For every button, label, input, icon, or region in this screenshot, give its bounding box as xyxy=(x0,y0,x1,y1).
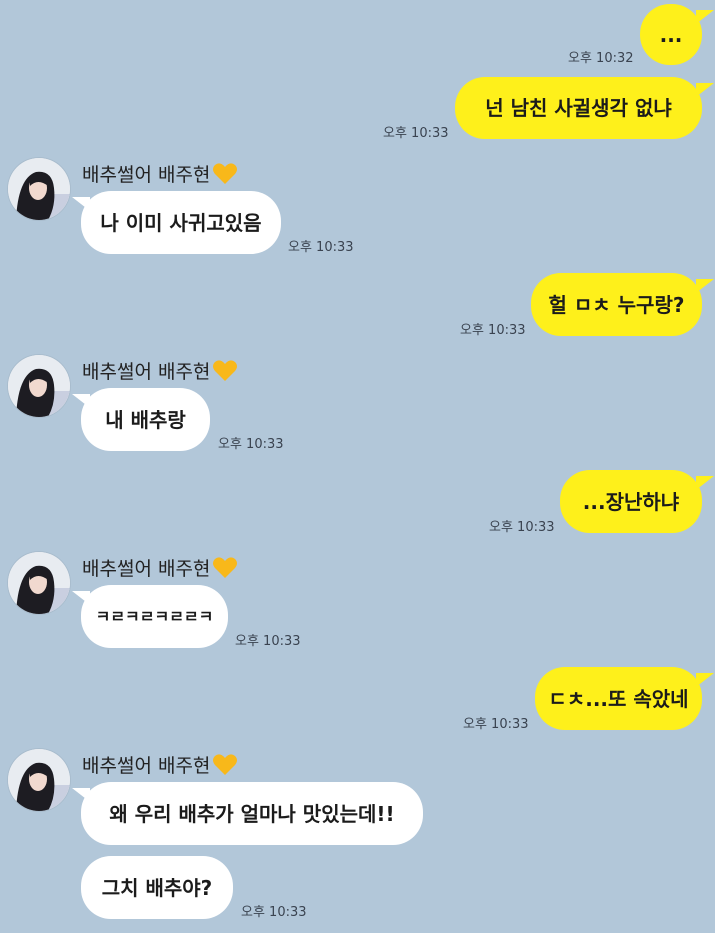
message-time: 오후 10:32 xyxy=(568,51,634,66)
message-time: 오후 10:33 xyxy=(463,717,529,732)
sender-name: 배추썰어 배주현 xyxy=(82,160,238,187)
yellow-heart-icon xyxy=(213,753,238,775)
bubble-tail xyxy=(72,197,90,211)
bubble-tail xyxy=(696,83,714,97)
message-time: 오후 10:33 xyxy=(241,905,307,920)
yellow-heart-icon xyxy=(213,556,238,578)
sender-name: 배추썰어 배주현 xyxy=(82,554,238,581)
message-time: 오후 10:33 xyxy=(288,240,354,255)
message-time: 오후 10:33 xyxy=(218,437,284,452)
bubble-tail xyxy=(696,476,714,490)
yellow-heart-icon xyxy=(213,162,238,184)
message-bubble-mine[interactable]: 헐 ㅁㅊ 누구랑? xyxy=(531,273,702,336)
message-bubble-theirs[interactable]: 그치 배추야? xyxy=(81,856,233,919)
sender-name-text: 배추썰어 배주현 xyxy=(82,361,211,383)
message-text: ...장난하냐 xyxy=(582,489,680,514)
message-time: 오후 10:33 xyxy=(383,126,449,141)
message-time: 오후 10:33 xyxy=(235,634,301,649)
message-text: 나 이미 사귀고있음 xyxy=(100,210,262,235)
message-bubble-mine[interactable]: ...장난하냐 xyxy=(560,470,702,533)
message-time: 오후 10:33 xyxy=(460,323,526,338)
sender-name-text: 배추썰어 배주현 xyxy=(82,558,211,580)
bubble-tail xyxy=(72,591,90,605)
sender-avatar[interactable] xyxy=(8,749,70,811)
sender-name: 배추썰어 배주현 xyxy=(82,751,238,778)
message-bubble-theirs[interactable]: 왜 우리 배추가 얼마나 맛있는데!! xyxy=(81,782,423,845)
sender-avatar[interactable] xyxy=(8,355,70,417)
sender-name: 배추썰어 배주현 xyxy=(82,357,238,384)
message-text: ... xyxy=(659,22,683,47)
bubble-tail xyxy=(72,788,90,802)
message-bubble-mine[interactable]: 넌 남친 사귈생각 없냐 xyxy=(455,77,702,139)
bubble-tail xyxy=(696,279,714,293)
sender-name-text: 배추썰어 배주현 xyxy=(82,755,211,777)
message-bubble-mine[interactable]: ㄷㅊ...또 속았네 xyxy=(535,667,702,730)
message-bubble-mine[interactable]: ... xyxy=(640,4,702,65)
message-text: 그치 배추야? xyxy=(101,875,213,900)
message-bubble-theirs[interactable]: 나 이미 사귀고있음 xyxy=(81,191,281,254)
message-text: 내 배추랑 xyxy=(105,407,186,432)
sender-name-text: 배추썰어 배주현 xyxy=(82,164,211,186)
sender-avatar[interactable] xyxy=(8,158,70,220)
sender-avatar[interactable] xyxy=(8,552,70,614)
message-text: ㅋㄹㅋㄹㅋㄹㄹㅋ xyxy=(95,606,214,626)
bubble-tail xyxy=(696,673,714,687)
message-time: 오후 10:33 xyxy=(489,520,555,535)
yellow-heart-icon xyxy=(213,359,238,381)
message-text: 헐 ㅁㅊ 누구랑? xyxy=(548,292,685,317)
bubble-tail xyxy=(696,10,714,24)
message-text: 왜 우리 배추가 얼마나 맛있는데!! xyxy=(109,801,395,826)
message-text: ㄷㅊ...또 속았네 xyxy=(548,686,689,711)
message-bubble-theirs[interactable]: ㅋㄹㅋㄹㅋㄹㄹㅋ xyxy=(81,585,228,648)
message-bubble-theirs[interactable]: 내 배추랑 xyxy=(81,388,210,451)
bubble-tail xyxy=(72,394,90,408)
message-text: 넌 남친 사귈생각 없냐 xyxy=(485,96,672,120)
